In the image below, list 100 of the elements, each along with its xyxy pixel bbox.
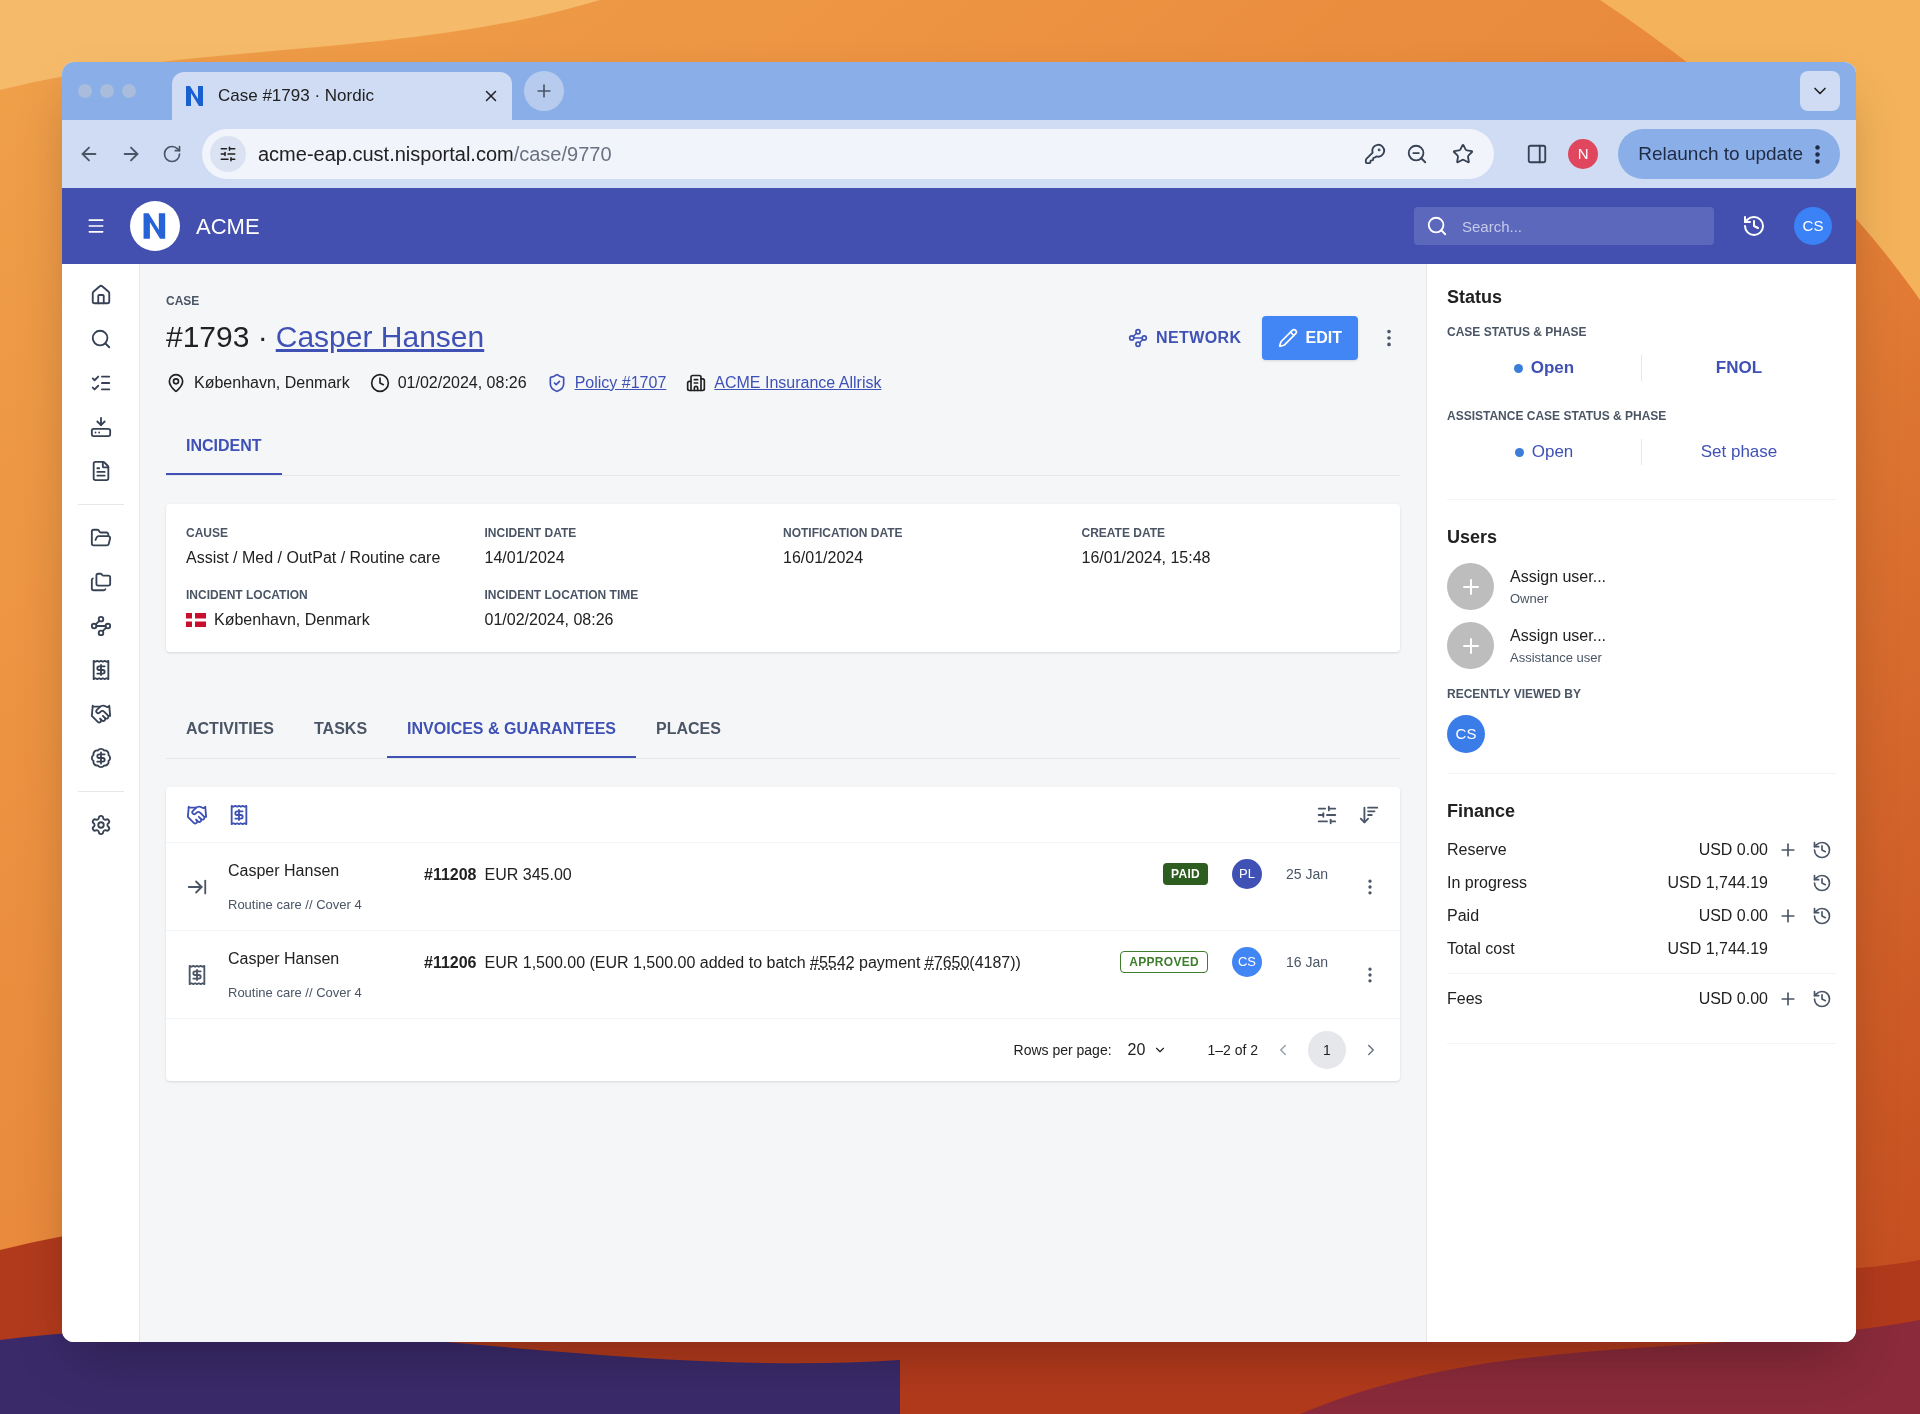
user-avatar: CS <box>1232 947 1262 977</box>
settings-icon[interactable] <box>89 814 112 836</box>
insurer-link[interactable]: ACME Insurance Allrisk <box>714 371 882 395</box>
side-panel-icon[interactable] <box>1526 143 1549 165</box>
edit-button[interactable]: EDIT <box>1261 316 1358 360</box>
field-value: 01/02/2024, 08:26 <box>484 610 614 630</box>
url-text: acme-eap.cust.nisportal.com/case/9770 <box>258 142 613 167</box>
handshake-icon[interactable] <box>89 703 112 725</box>
reload-icon[interactable] <box>162 144 182 164</box>
home-icon[interactable] <box>89 284 112 306</box>
field-value: København, Denmark <box>214 610 370 630</box>
phase-button[interactable]: FNOL <box>1715 355 1763 381</box>
invoice-date: 16 Jan <box>1286 952 1330 972</box>
phase-button[interactable]: Set phase <box>1700 439 1778 465</box>
client-name-link[interactable]: Casper Hansen <box>275 314 485 359</box>
n-logo-icon <box>130 201 180 251</box>
status-badge: APPROVED <box>1120 951 1208 973</box>
field-value: 16/01/2024 <box>783 548 864 568</box>
batch-link[interactable]: #5542 <box>810 954 855 971</box>
folders-icon[interactable] <box>89 571 112 593</box>
finance-value: USD 0.00 <box>1698 988 1768 1009</box>
history-icon[interactable] <box>1812 905 1832 926</box>
network-icon[interactable] <box>89 615 112 637</box>
section-tab[interactable]: TASKS <box>294 702 388 758</box>
client-name: Casper Hansen <box>228 860 341 881</box>
profile-avatar[interactable]: N <box>1568 139 1599 169</box>
rows-per-page-select[interactable]: 20 <box>1127 1038 1168 1062</box>
client-name: Casper Hansen <box>228 948 341 969</box>
user-role: Assistance user <box>1510 648 1603 667</box>
dollar-badge-icon[interactable] <box>89 747 112 769</box>
finance-value: USD 0.00 <box>1698 839 1768 860</box>
star-icon[interactable] <box>1452 143 1475 165</box>
history-icon[interactable] <box>1742 214 1766 238</box>
section-tab[interactable]: ACTIVITIES <box>166 702 294 758</box>
browser-tab[interactable]: Case #1793 · Nordic <box>172 72 512 120</box>
section-tab[interactable]: PLACES <box>636 702 741 758</box>
finance-value: USD 0.00 <box>1698 905 1768 926</box>
status-badge: PAID <box>1163 863 1208 885</box>
section-title: Finance <box>1447 800 1517 823</box>
batch-link[interactable]: #7650 <box>924 954 970 971</box>
building-icon <box>686 373 707 393</box>
user-avatar: PL <box>1232 859 1262 889</box>
finance-value: USD 1,744.19 <box>1667 872 1768 893</box>
network-button[interactable]: NETWORK <box>1128 326 1242 350</box>
field-value: 16/01/2024, 15:48 <box>1081 548 1211 568</box>
finance-label: Paid <box>1447 905 1481 926</box>
invoice-icon[interactable] <box>228 803 250 826</box>
zoom-icon[interactable] <box>1406 143 1429 165</box>
field-label: INCIDENT DATE <box>484 525 578 542</box>
history-icon[interactable] <box>1812 988 1832 1009</box>
user-role: Owner <box>1510 589 1550 608</box>
case-location: København, Denmark <box>194 373 350 393</box>
search-field[interactable]: Search... <box>1414 207 1714 245</box>
page-range: 1–2 of 2 <box>1207 1040 1258 1060</box>
history-icon[interactable] <box>1812 839 1832 860</box>
rows-per-page-label: Rows per page: <box>1013 1040 1112 1060</box>
finance-label: In progress <box>1447 872 1529 893</box>
invoice-number: #11206 <box>424 953 477 973</box>
finance-value: USD 1,744.19 <box>1667 938 1768 959</box>
pencil-icon <box>1277 328 1298 348</box>
section-title: Users <box>1447 526 1499 549</box>
invoice-amount: EUR 345.00 <box>484 865 572 885</box>
field-label: NOTIFICATION DATE <box>783 525 904 542</box>
status-button[interactable]: Open <box>1530 355 1575 381</box>
address-field[interactable]: acme-eap.cust.nisportal.com/case/9770 <box>202 129 1495 179</box>
new-tab-button[interactable] <box>524 71 564 111</box>
field-label: INCIDENT LOCATION <box>186 587 309 604</box>
relaunch-button[interactable]: Relaunch to update <box>1618 129 1840 179</box>
folder-icon[interactable] <box>89 527 112 549</box>
invoice-row[interactable]: Casper Hansen Routine care // Cover 4 #11208 EUR 345.00 PAID PL 25 Jan <box>166 843 1400 931</box>
handshake-icon[interactable] <box>186 803 208 826</box>
status-button[interactable]: Open <box>1531 439 1574 465</box>
assign-user-text: Assign user... <box>1510 625 1607 646</box>
page-button[interactable]: 1 <box>1308 1031 1346 1069</box>
search-icon[interactable] <box>89 328 112 350</box>
field-label: CREATE DATE <box>1081 525 1167 542</box>
case-datetime: 01/02/2024, 08:26 <box>397 373 527 393</box>
field-label: RECENTLY VIEWED BY <box>1447 686 1583 703</box>
section-tab[interactable]: INVOICES & GUARANTEES <box>387 702 636 758</box>
section-title: Status <box>1447 286 1503 309</box>
field-label: CASE STATUS & PHASE <box>1447 324 1588 341</box>
field-value: 14/01/2024 <box>484 548 565 568</box>
site-settings-icon[interactable] <box>219 145 237 163</box>
download-tray-icon[interactable] <box>89 416 112 438</box>
finance-label: Reserve <box>1447 839 1508 860</box>
key-icon[interactable] <box>1364 143 1387 165</box>
network-icon <box>1128 328 1149 348</box>
menu-icon[interactable] <box>86 216 106 236</box>
clock-icon <box>369 373 390 393</box>
user-avatar: CS <box>1447 715 1485 753</box>
field-label: CAUSE <box>186 525 229 542</box>
section-tab[interactable]: INCIDENT <box>166 419 282 475</box>
case-number: #1793 · <box>166 319 268 355</box>
history-icon[interactable] <box>1812 872 1832 893</box>
policy-link[interactable]: Policy #1707 <box>574 371 667 395</box>
invoice-row[interactable]: Casper Hansen Routine care // Cover 4 #11206 EUR 1,500.00 (EUR 1,500.00 added to batch #5542 payment #7650(4187)) APPROVED CS 16 Jan <box>166 931 1400 1019</box>
invoice-icon <box>186 963 208 986</box>
invoice-number: #11208 <box>424 865 477 885</box>
case-label: CASE <box>166 293 201 310</box>
filter-icon[interactable] <box>1316 803 1338 826</box>
